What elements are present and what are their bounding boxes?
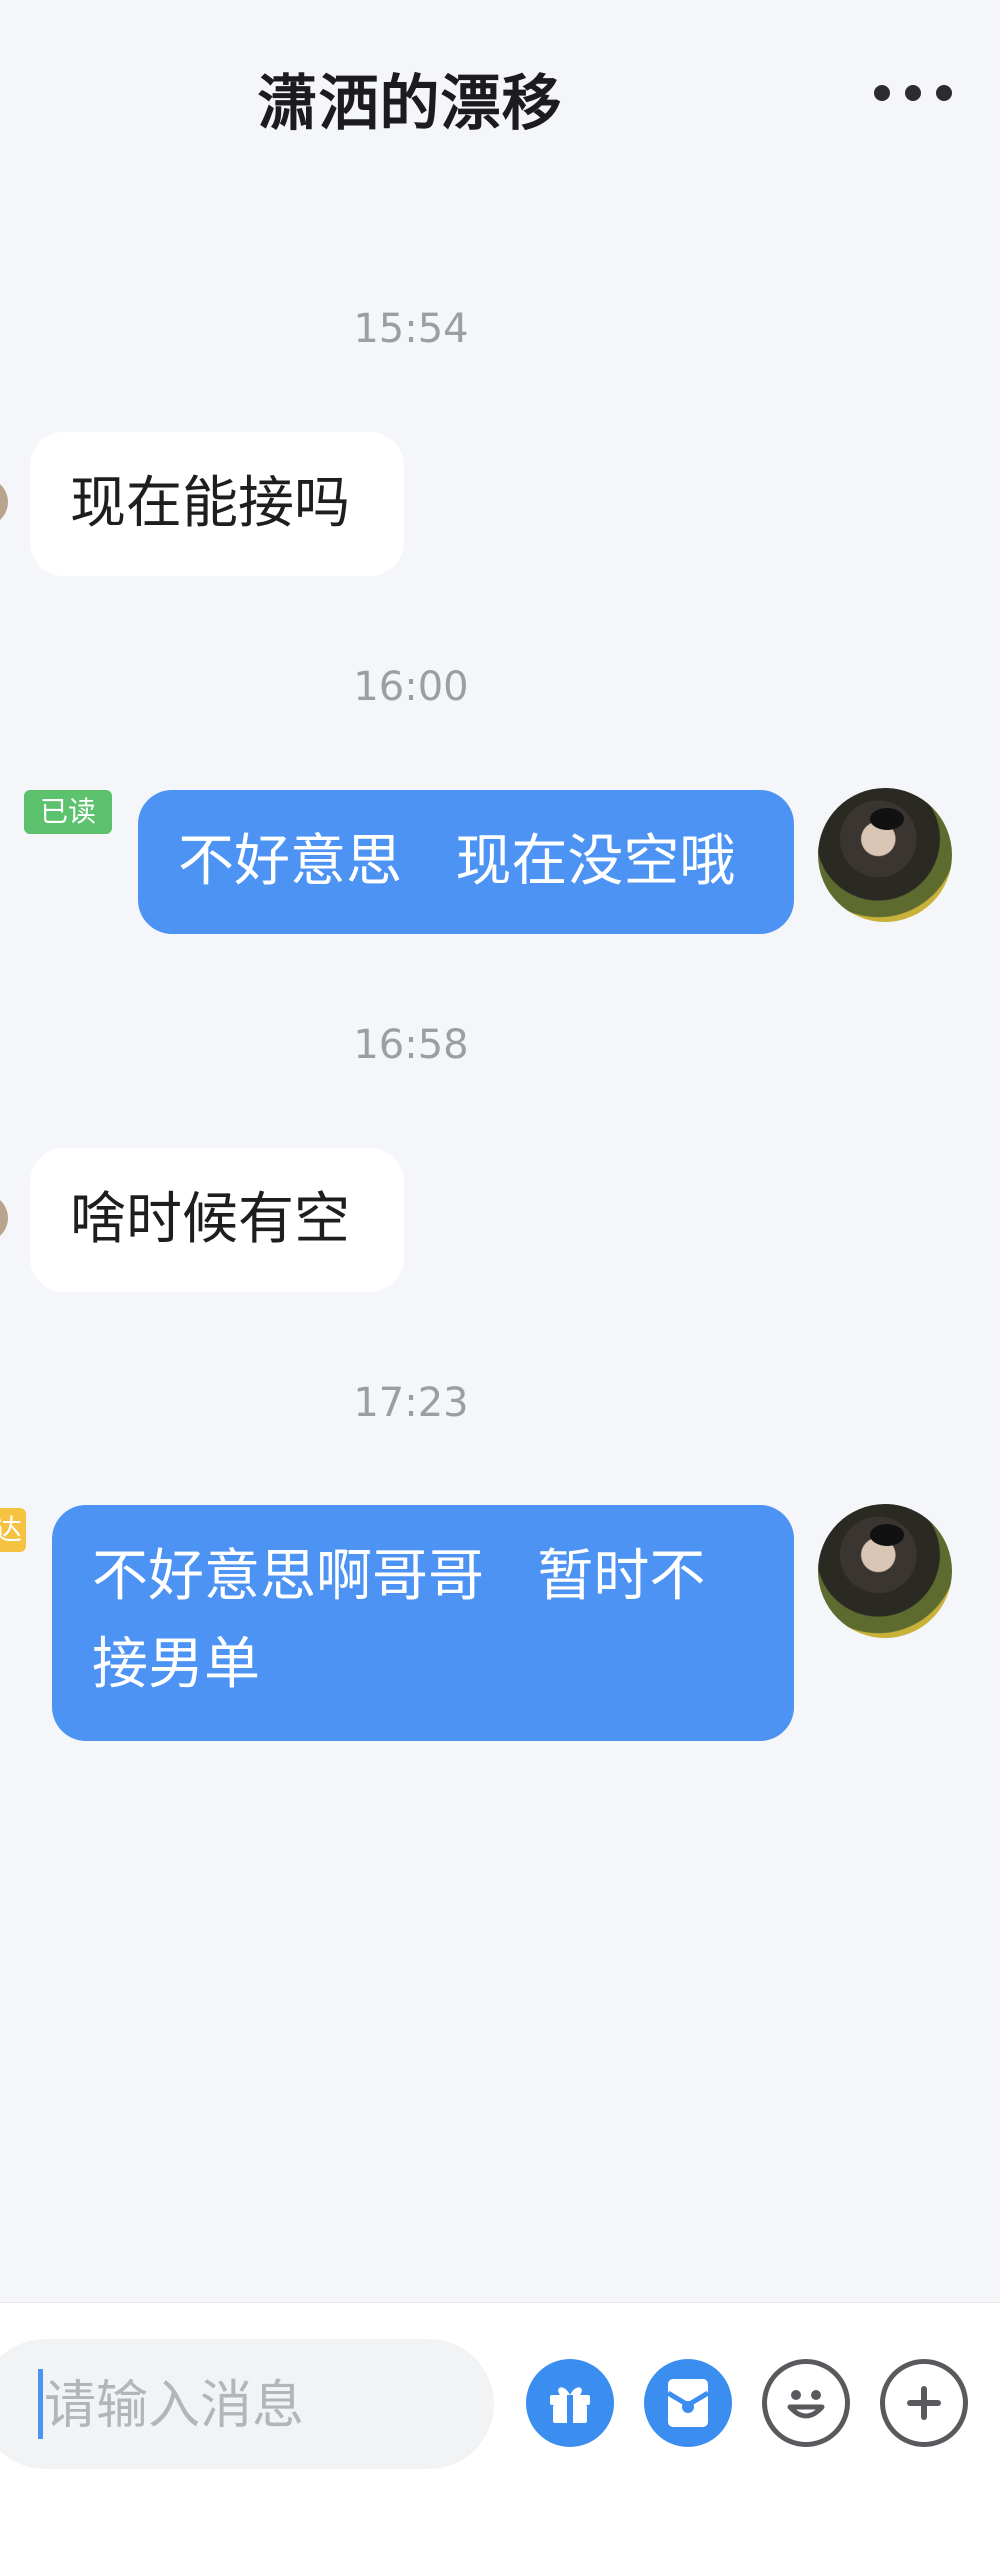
more-dots-icon[interactable] [874,68,952,118]
avatar-detail [870,808,904,830]
gift-icon-glyph [550,2387,590,2423]
incoming-message-bubble[interactable]: 现在能接吗 [30,432,404,576]
read-status-badge: 已读 [24,790,112,834]
outgoing-message-bubble[interactable]: 不好意思 现在没空哦 [138,790,794,934]
more-dot [905,85,921,101]
my-avatar[interactable] [818,1504,952,1638]
message-input-bar: 请输入消息 [0,2302,1000,2575]
message-timestamp: 16:58 [353,1022,469,1068]
chat-header: 潇洒的漂移 [0,0,1000,190]
my-avatar[interactable] [818,788,952,922]
message-timestamp: 16:00 [353,664,469,710]
more-dot [936,85,952,101]
incoming-message-bubble[interactable]: 啥时候有空 [30,1148,404,1292]
message-timestamp: 17:23 [353,1380,469,1426]
emoji-icon[interactable] [762,2359,850,2447]
contact-avatar[interactable] [0,478,8,526]
gift-icon[interactable] [526,2359,614,2447]
message-input-placeholder: 请输入消息 [44,2376,305,2436]
more-dot [874,85,890,101]
text-caret [38,2369,43,2439]
plus-icon-glyph [907,2386,941,2420]
contact-avatar[interactable] [0,1194,8,1242]
red-packet-icon[interactable] [644,2359,732,2447]
message-timestamp: 15:54 [353,306,469,352]
delivered-status-badge: 达 [0,1508,26,1552]
avatar-detail [870,1524,904,1546]
outgoing-message-bubble[interactable]: 不好意思啊哥哥 暂时不接男单 [52,1505,794,1741]
chat-title: 潇洒的漂移 [257,69,563,139]
plus-icon[interactable] [880,2359,968,2447]
emoji-icon-glyph [787,2390,825,2419]
red-packet-icon-glyph [666,2379,710,2427]
